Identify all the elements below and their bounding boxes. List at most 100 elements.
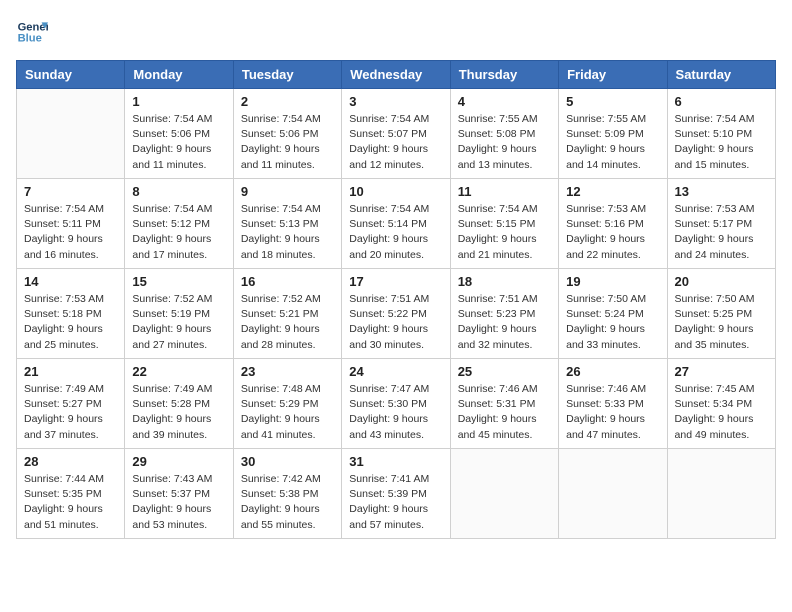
weekday-header-sunday: Sunday	[17, 61, 125, 89]
day-number: 2	[241, 94, 334, 109]
calendar-cell	[559, 449, 667, 539]
day-number: 9	[241, 184, 334, 199]
day-number: 17	[349, 274, 442, 289]
day-info: Sunrise: 7:44 AMSunset: 5:35 PMDaylight:…	[24, 472, 117, 533]
day-info: Sunrise: 7:53 AMSunset: 5:16 PMDaylight:…	[566, 202, 659, 263]
calendar-cell: 29 Sunrise: 7:43 AMSunset: 5:37 PMDayligh…	[125, 449, 233, 539]
day-number: 1	[132, 94, 225, 109]
day-number: 30	[241, 454, 334, 469]
calendar-cell: 28 Sunrise: 7:44 AMSunset: 5:35 PMDayligh…	[17, 449, 125, 539]
weekday-header-monday: Monday	[125, 61, 233, 89]
day-number: 21	[24, 364, 117, 379]
day-info: Sunrise: 7:55 AMSunset: 5:08 PMDaylight:…	[458, 112, 551, 173]
day-number: 28	[24, 454, 117, 469]
day-info: Sunrise: 7:54 AMSunset: 5:06 PMDaylight:…	[241, 112, 334, 173]
day-info: Sunrise: 7:42 AMSunset: 5:38 PMDaylight:…	[241, 472, 334, 533]
calendar-table: SundayMondayTuesdayWednesdayThursdayFrid…	[16, 60, 776, 539]
day-info: Sunrise: 7:53 AMSunset: 5:18 PMDaylight:…	[24, 292, 117, 353]
day-number: 13	[675, 184, 768, 199]
day-number: 18	[458, 274, 551, 289]
day-info: Sunrise: 7:46 AMSunset: 5:33 PMDaylight:…	[566, 382, 659, 443]
week-row-4: 28 Sunrise: 7:44 AMSunset: 5:35 PMDayligh…	[17, 449, 776, 539]
calendar-cell: 8 Sunrise: 7:54 AMSunset: 5:12 PMDaylight…	[125, 179, 233, 269]
day-number: 15	[132, 274, 225, 289]
day-number: 26	[566, 364, 659, 379]
day-number: 11	[458, 184, 551, 199]
day-number: 8	[132, 184, 225, 199]
day-number: 20	[675, 274, 768, 289]
day-number: 19	[566, 274, 659, 289]
logo: General Blue	[16, 16, 48, 48]
calendar-cell: 21Sunrise: 7:49 AMSunset: 5:27 PMDayligh…	[17, 359, 125, 449]
day-info: Sunrise: 7:54 AMSunset: 5:06 PMDaylight:…	[132, 112, 225, 173]
calendar-cell: 7 Sunrise: 7:54 AMSunset: 5:11 PMDaylight…	[17, 179, 125, 269]
day-number: 16	[241, 274, 334, 289]
week-row-3: 21Sunrise: 7:49 AMSunset: 5:27 PMDayligh…	[17, 359, 776, 449]
calendar-cell: 11Sunrise: 7:54 AMSunset: 5:15 PMDayligh…	[450, 179, 558, 269]
calendar-cell: 15 Sunrise: 7:52 AMSunset: 5:19 PMDayligh…	[125, 269, 233, 359]
day-number: 31	[349, 454, 442, 469]
calendar-cell: 17 Sunrise: 7:51 AMSunset: 5:22 PMDayligh…	[342, 269, 450, 359]
day-number: 6	[675, 94, 768, 109]
calendar-cell: 22Sunrise: 7:49 AMSunset: 5:28 PMDayligh…	[125, 359, 233, 449]
calendar-cell: 12 Sunrise: 7:53 AMSunset: 5:16 PMDayligh…	[559, 179, 667, 269]
calendar-cell: 5 Sunrise: 7:55 AMSunset: 5:09 PMDaylight…	[559, 89, 667, 179]
day-number: 7	[24, 184, 117, 199]
day-number: 29	[132, 454, 225, 469]
week-row-0: 1 Sunrise: 7:54 AMSunset: 5:06 PMDaylight…	[17, 89, 776, 179]
weekday-header-saturday: Saturday	[667, 61, 775, 89]
day-info: Sunrise: 7:52 AMSunset: 5:21 PMDaylight:…	[241, 292, 334, 353]
svg-text:Blue: Blue	[18, 33, 42, 45]
weekday-header-wednesday: Wednesday	[342, 61, 450, 89]
calendar-cell	[667, 449, 775, 539]
day-info: Sunrise: 7:51 AMSunset: 5:22 PMDaylight:…	[349, 292, 442, 353]
day-info: Sunrise: 7:52 AMSunset: 5:19 PMDaylight:…	[132, 292, 225, 353]
day-info: Sunrise: 7:54 AMSunset: 5:13 PMDaylight:…	[241, 202, 334, 263]
weekday-header-tuesday: Tuesday	[233, 61, 341, 89]
calendar-cell: 14Sunrise: 7:53 AMSunset: 5:18 PMDayligh…	[17, 269, 125, 359]
calendar-cell: 3 Sunrise: 7:54 AMSunset: 5:07 PMDaylight…	[342, 89, 450, 179]
day-info: Sunrise: 7:53 AMSunset: 5:17 PMDaylight:…	[675, 202, 768, 263]
day-number: 4	[458, 94, 551, 109]
day-info: Sunrise: 7:51 AMSunset: 5:23 PMDaylight:…	[458, 292, 551, 353]
day-number: 23	[241, 364, 334, 379]
day-number: 27	[675, 364, 768, 379]
calendar-cell: 20 Sunrise: 7:50 AMSunset: 5:25 PMDayligh…	[667, 269, 775, 359]
calendar-cell: 24Sunrise: 7:47 AMSunset: 5:30 PMDayligh…	[342, 359, 450, 449]
calendar-cell: 9 Sunrise: 7:54 AMSunset: 5:13 PMDaylight…	[233, 179, 341, 269]
day-info: Sunrise: 7:50 AMSunset: 5:25 PMDaylight:…	[675, 292, 768, 353]
day-info: Sunrise: 7:43 AMSunset: 5:37 PMDaylight:…	[132, 472, 225, 533]
week-row-1: 7 Sunrise: 7:54 AMSunset: 5:11 PMDaylight…	[17, 179, 776, 269]
calendar-cell: 25 Sunrise: 7:46 AMSunset: 5:31 PMDayligh…	[450, 359, 558, 449]
calendar-cell: 23 Sunrise: 7:48 AMSunset: 5:29 PMDayligh…	[233, 359, 341, 449]
day-info: Sunrise: 7:55 AMSunset: 5:09 PMDaylight:…	[566, 112, 659, 173]
day-info: Sunrise: 7:50 AMSunset: 5:24 PMDaylight:…	[566, 292, 659, 353]
day-number: 5	[566, 94, 659, 109]
calendar-cell: 26 Sunrise: 7:46 AMSunset: 5:33 PMDayligh…	[559, 359, 667, 449]
day-info: Sunrise: 7:45 AMSunset: 5:34 PMDaylight:…	[675, 382, 768, 443]
day-number: 3	[349, 94, 442, 109]
logo-icon: General Blue	[16, 16, 48, 48]
calendar-cell	[17, 89, 125, 179]
weekday-header-friday: Friday	[559, 61, 667, 89]
calendar-cell: 2 Sunrise: 7:54 AMSunset: 5:06 PMDaylight…	[233, 89, 341, 179]
day-info: Sunrise: 7:47 AMSunset: 5:30 PMDaylight:…	[349, 382, 442, 443]
calendar-cell: 4 Sunrise: 7:55 AMSunset: 5:08 PMDaylight…	[450, 89, 558, 179]
day-number: 12	[566, 184, 659, 199]
day-info: Sunrise: 7:54 AMSunset: 5:10 PMDaylight:…	[675, 112, 768, 173]
calendar-cell: 13 Sunrise: 7:53 AMSunset: 5:17 PMDayligh…	[667, 179, 775, 269]
day-number: 22	[132, 364, 225, 379]
day-info: Sunrise: 7:54 AMSunset: 5:12 PMDaylight:…	[132, 202, 225, 263]
day-info: Sunrise: 7:46 AMSunset: 5:31 PMDaylight:…	[458, 382, 551, 443]
calendar-cell: 16 Sunrise: 7:52 AMSunset: 5:21 PMDayligh…	[233, 269, 341, 359]
day-info: Sunrise: 7:54 AMSunset: 5:11 PMDaylight:…	[24, 202, 117, 263]
calendar-cell: 6 Sunrise: 7:54 AMSunset: 5:10 PMDaylight…	[667, 89, 775, 179]
week-row-2: 14Sunrise: 7:53 AMSunset: 5:18 PMDayligh…	[17, 269, 776, 359]
weekday-header-thursday: Thursday	[450, 61, 558, 89]
day-info: Sunrise: 7:54 AMSunset: 5:07 PMDaylight:…	[349, 112, 442, 173]
day-number: 25	[458, 364, 551, 379]
calendar-cell	[450, 449, 558, 539]
weekday-header-row: SundayMondayTuesdayWednesdayThursdayFrid…	[17, 61, 776, 89]
day-info: Sunrise: 7:48 AMSunset: 5:29 PMDaylight:…	[241, 382, 334, 443]
page-header: General Blue	[16, 16, 776, 48]
